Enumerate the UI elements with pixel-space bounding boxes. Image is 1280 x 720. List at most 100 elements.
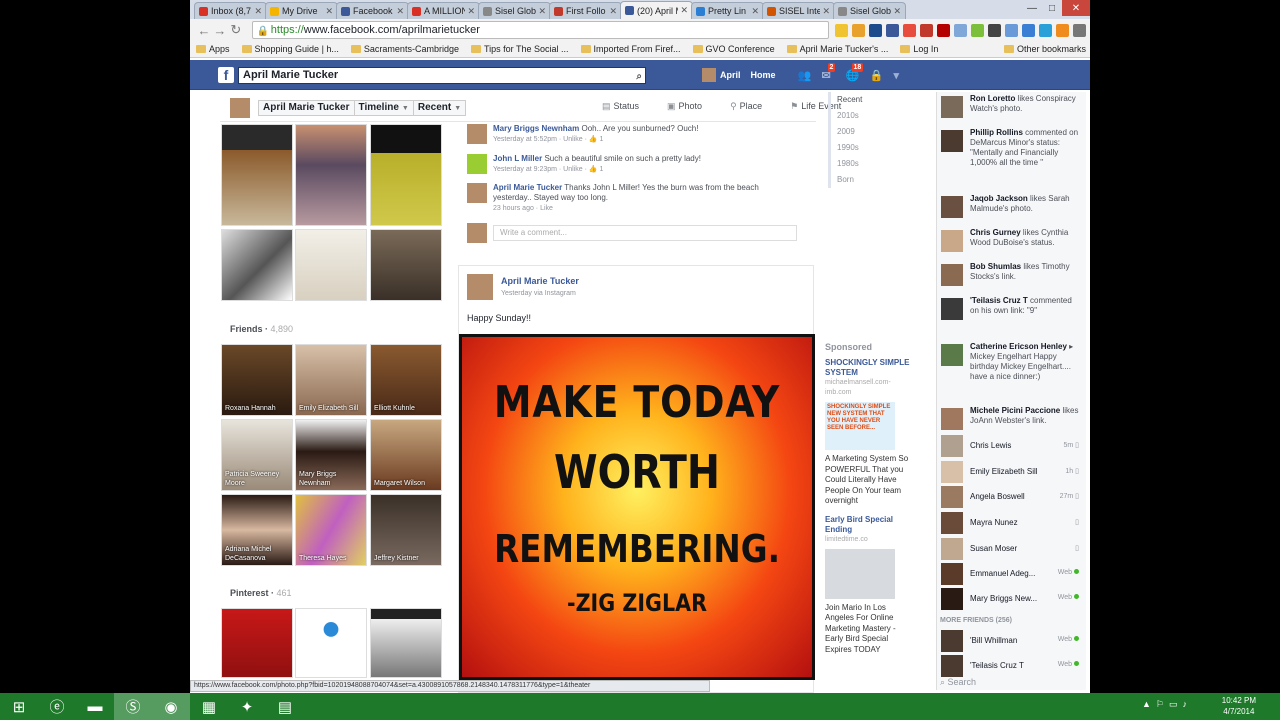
bookmark-item[interactable]: Other bookmarks xyxy=(1003,44,1086,54)
extension-icon[interactable] xyxy=(1005,23,1018,37)
pin-thumb[interactable] xyxy=(221,608,293,678)
chat-contact[interactable]: 'Bill Whillman Web xyxy=(941,630,1081,652)
extension-icon[interactable] xyxy=(869,23,882,37)
extension-icon[interactable] xyxy=(937,23,950,37)
extension-icon[interactable] xyxy=(1022,23,1035,37)
bookmark-item[interactable]: Log In xyxy=(900,44,938,54)
friend-requests-icon[interactable]: 👥 xyxy=(798,69,812,82)
comment-meta[interactable]: Yesterday at 9:23pm · Unlike · 👍 1 xyxy=(493,166,603,173)
tab-close-icon[interactable]: ✕ xyxy=(325,6,333,17)
post-meta[interactable]: Yesterday via Instagram xyxy=(501,290,576,297)
pin-thumb[interactable] xyxy=(295,608,367,678)
friend-tile[interactable]: Elliott Kuhnle xyxy=(370,344,442,416)
notifications-icon[interactable]: 🌐 18 xyxy=(846,63,864,82)
bookmark-item[interactable]: Apps xyxy=(196,44,230,54)
tab-close-icon[interactable]: ✕ xyxy=(893,6,901,17)
browser-tab[interactable]: (20) April M ✕ xyxy=(620,1,693,19)
bookmark-item[interactable]: GVO Conference xyxy=(692,44,775,54)
ad-domain[interactable]: michaelmansell.com-imb.com xyxy=(825,378,913,398)
commenter-name[interactable]: April Marie Tucker xyxy=(493,183,562,192)
tab-close-icon[interactable]: ✕ xyxy=(467,6,475,17)
chat-contact[interactable]: Mary Briggs New... Web xyxy=(941,588,1081,610)
photo-thumb[interactable] xyxy=(370,229,442,301)
search-icon[interactable]: ⌕ xyxy=(636,69,642,84)
friends-header[interactable]: Friends · 4,890 xyxy=(230,324,293,334)
browser-tab[interactable]: Inbox (8,7 ✕ xyxy=(194,2,267,19)
browser-tab[interactable]: Pretty Lin ✕ xyxy=(691,2,764,19)
explorer-icon[interactable]: ▬ xyxy=(76,693,114,720)
chat-search-input[interactable]: ⌕ Search xyxy=(940,677,976,688)
commenter-avatar[interactable] xyxy=(467,154,487,174)
browser-tab[interactable]: My Drive ✕ xyxy=(265,2,338,19)
friend-tile[interactable]: Jeffrey Kistner xyxy=(370,494,442,566)
privacy-icon[interactable]: 🔒 xyxy=(870,69,884,82)
notepad-icon[interactable]: ▤ xyxy=(266,693,304,720)
tab-close-icon[interactable]: ✕ xyxy=(822,6,830,17)
maximize-button[interactable]: □ xyxy=(1042,0,1062,16)
scrubber-year[interactable]: Born xyxy=(837,172,862,188)
photo-thumb[interactable] xyxy=(295,124,367,226)
extension-icon[interactable] xyxy=(903,23,916,37)
bird-icon[interactable]: ✦ xyxy=(228,693,266,720)
profile-link[interactable]: April xyxy=(720,70,741,80)
commenter-name[interactable]: John L Miller xyxy=(493,154,542,163)
status-button[interactable]: ▤ Status xyxy=(602,101,653,112)
browser-tab[interactable]: Sisel Globa ✕ xyxy=(833,2,906,19)
extension-icon[interactable] xyxy=(852,23,865,37)
post-image[interactable]: MAKE TODAY WORTH REMEMBERING. -ZIG ZIGLA… xyxy=(459,334,815,680)
extension-icon[interactable] xyxy=(886,23,899,37)
ad-image[interactable] xyxy=(825,548,895,599)
home-link[interactable]: Home xyxy=(751,70,776,80)
extension-icon[interactable] xyxy=(1056,23,1069,37)
profile-name-button[interactable]: April Marie Tucker xyxy=(258,99,355,116)
browser-tab[interactable]: Facebook ✕ xyxy=(336,2,409,19)
ie-icon[interactable]: ⓔ xyxy=(38,693,76,720)
commenter-name[interactable]: Mary Briggs Newnham xyxy=(493,124,579,133)
chat-contact[interactable]: 'Teilasis Cruz T Web xyxy=(941,655,1081,677)
extension-icon[interactable] xyxy=(988,23,1001,37)
tab-close-icon[interactable]: ✕ xyxy=(680,5,688,16)
ad-title[interactable]: SHOCKINGLY SIMPLE SYSTEM xyxy=(825,358,913,378)
scrubber-year[interactable]: 2010s xyxy=(837,108,862,124)
profile-avatar[interactable] xyxy=(230,97,250,118)
post-author-avatar[interactable] xyxy=(467,274,493,300)
tab-close-icon[interactable]: ✕ xyxy=(396,6,404,17)
comment-meta[interactable]: 23 hours ago · Like xyxy=(493,205,553,212)
comment-input[interactable]: Write a comment... xyxy=(493,225,797,241)
ad-title[interactable]: Early Bird Special Ending xyxy=(825,515,913,535)
chat-contact[interactable]: Mayra Nunez ▯ xyxy=(941,512,1081,534)
bookmark-item[interactable]: April Marie Tucker's ... xyxy=(786,44,888,54)
timeline-dropdown[interactable]: Timeline ▼ xyxy=(353,99,414,116)
post-author[interactable]: April Marie Tucker xyxy=(501,276,579,286)
browser-tab[interactable]: SISEL Inter ✕ xyxy=(762,2,835,19)
friend-tile[interactable]: Adriana Michel DeCasanova xyxy=(221,494,293,566)
tab-close-icon[interactable]: ✕ xyxy=(609,6,617,17)
forward-icon[interactable]: → xyxy=(212,23,228,38)
tab-close-icon[interactable]: ✕ xyxy=(254,6,262,17)
browser-tab[interactable]: First Follo ✕ xyxy=(549,2,622,19)
start-icon[interactable]: ⊞ xyxy=(0,693,38,720)
photo-thumb[interactable] xyxy=(370,124,442,226)
bookmark-item[interactable]: Tips for The Social ... xyxy=(470,44,569,54)
url-input[interactable]: 🔒 https://www.facebook.com/aprilmarietuc… xyxy=(251,21,829,39)
friend-tile[interactable]: Theresa Hayes xyxy=(295,494,367,566)
bookmark-item[interactable]: Shopping Guide | h... xyxy=(241,44,339,54)
commenter-avatar[interactable] xyxy=(467,183,487,203)
extension-icon[interactable] xyxy=(971,23,984,37)
menu-icon[interactable] xyxy=(1073,23,1086,37)
settings-chevron-icon[interactable]: ▾ xyxy=(894,69,906,82)
messages-icon[interactable]: ✉ 2 xyxy=(822,63,836,82)
chat-contact[interactable]: Susan Moser ▯ xyxy=(941,538,1081,560)
place-button[interactable]: ⚲ Place xyxy=(730,101,776,112)
browser-tab[interactable]: Sisel Globa ✕ xyxy=(478,2,551,19)
scrubber-year[interactable]: Recent xyxy=(837,92,862,108)
recent-dropdown[interactable]: Recent ▼ xyxy=(412,99,467,116)
photo-thumb[interactable] xyxy=(221,124,293,226)
reload-icon[interactable]: ↻ xyxy=(228,22,244,38)
back-icon[interactable]: ← xyxy=(196,23,212,38)
bookmark-item[interactable]: Sacraments-Cambridge xyxy=(350,44,459,54)
user-avatar[interactable] xyxy=(702,68,716,82)
system-tray[interactable]: ▲⚐▭♪ xyxy=(1142,699,1192,710)
pinterest-header[interactable]: Pinterest · 461 xyxy=(230,588,292,598)
photo-thumb[interactable] xyxy=(221,229,293,301)
